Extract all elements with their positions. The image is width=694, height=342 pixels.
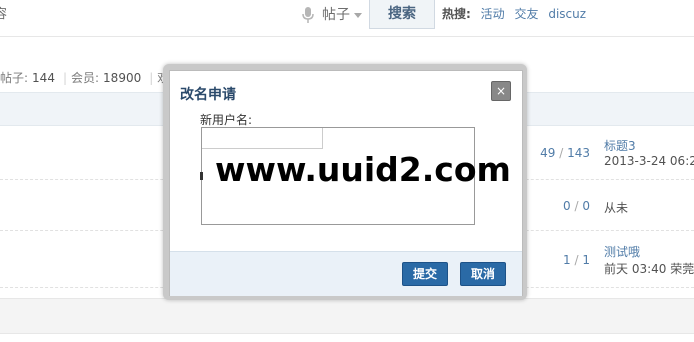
close-button[interactable]: × — [491, 81, 511, 101]
dialog-footer: 提交 取消 — [170, 251, 522, 296]
new-username-input[interactable] — [202, 128, 323, 149]
text-cursor — [200, 172, 203, 180]
submit-button[interactable]: 提交 — [402, 262, 449, 286]
dialog-title: 改名申请 — [180, 87, 236, 103]
watermark-text: www.uuid2.com — [215, 150, 511, 189]
new-username-label: 新用户名: — [200, 113, 253, 127]
cancel-button[interactable]: 取消 — [460, 262, 507, 286]
